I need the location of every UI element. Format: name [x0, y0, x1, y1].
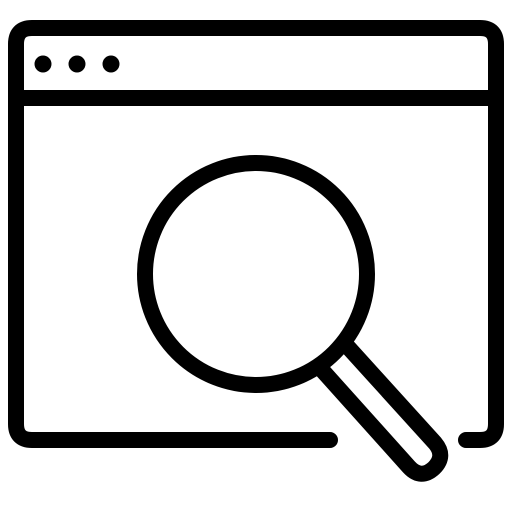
window-dot [102, 55, 120, 73]
magnifier-lens [137, 155, 375, 393]
magnifier-handle [314, 339, 449, 482]
browser-search-svg [8, 20, 504, 482]
window-dot [34, 55, 52, 73]
window-dot [68, 55, 86, 73]
browser-search-icon [0, 0, 512, 512]
